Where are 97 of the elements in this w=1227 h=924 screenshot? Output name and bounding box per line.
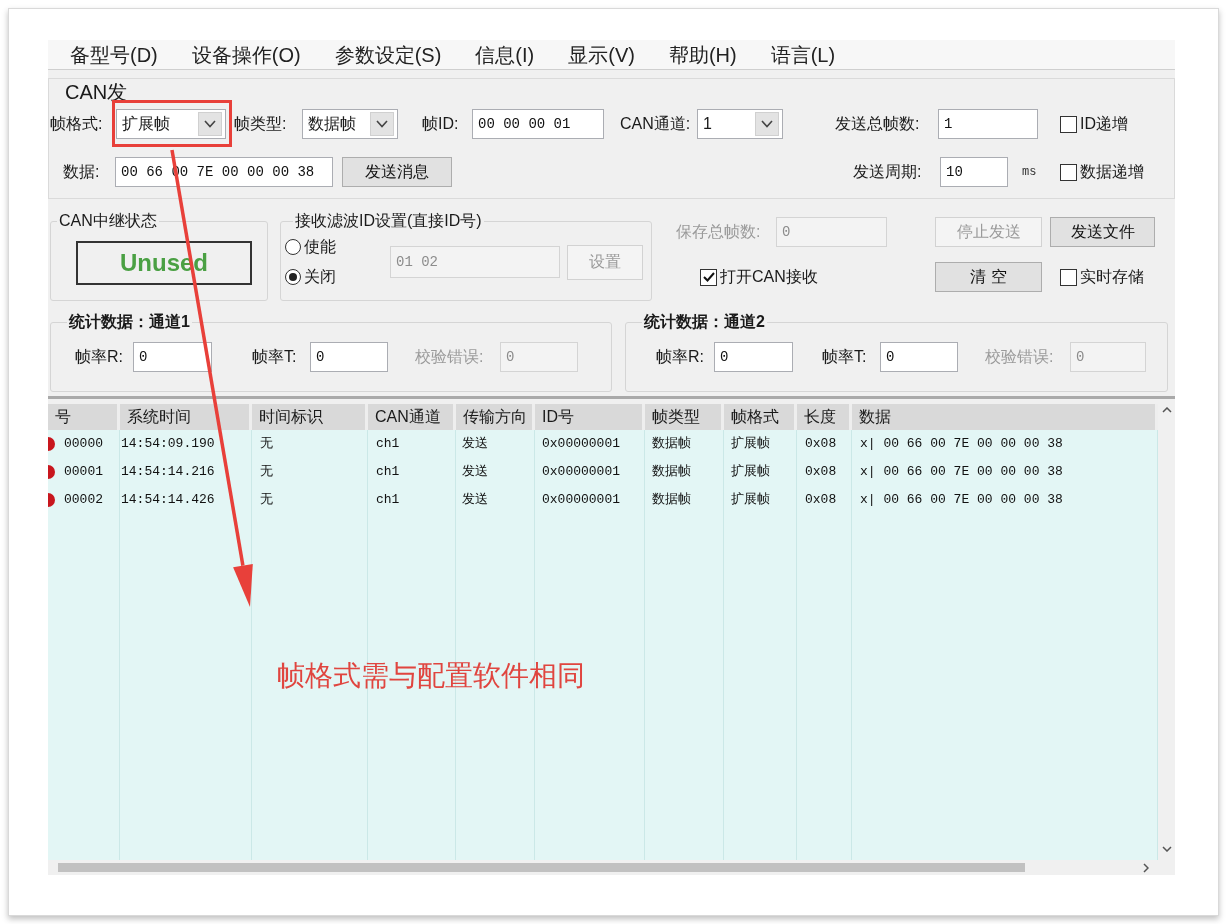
chevron-up-icon[interactable] [1161,407,1172,413]
chevron-down-icon[interactable] [1161,846,1172,852]
table-cell-text: 数据帧 [652,435,691,454]
table-cell-text: 14:54:09.190 [121,435,215,454]
clear-button[interactable]: 清 空 [935,262,1042,292]
table-cell-text: 数据帧 [652,463,691,482]
chevron-down-icon [755,112,779,136]
field-label: 发送总帧数: [835,114,921,134]
menu-item[interactable]: 显示(V) [568,42,635,67]
column-header: 系统时间 [120,404,252,430]
table-cell-text: 无 [260,491,273,510]
table-cell-text: 扩展帧 [731,463,770,482]
group-title: CAN中继状态 [58,211,158,231]
table-cell-text: ch1 [376,491,400,510]
checkbox[interactable] [1060,268,1077,286]
panel-title: CAN发 [65,81,128,103]
dropdown[interactable]: 数据帧 [302,109,398,139]
column-header: 数据 [852,404,1158,430]
table-cell-text: x| 00 66 00 7E 00 00 00 38 [860,435,1063,454]
text-field[interactable]: 0 [714,342,793,372]
table-cell-text: 00000 [64,435,103,454]
table-cell-text: x| 00 66 00 7E 00 00 00 38 [860,463,1063,482]
table-cell-text: 14:54:14.216 [121,463,215,482]
annotation-text: 帧格式需与配置软件相同 [277,659,585,693]
column-header: 时间标识 [252,404,368,430]
group-title: 统计数据：通道1 [67,312,191,332]
table-cell-text: 14:54:14.426 [121,491,215,510]
table-cell-text: 00002 [64,491,103,510]
field-label: 保存总帧数: [676,222,762,242]
table-cell-text: 0x08 [805,435,837,454]
checkbox-label[interactable]: 实时存储 [1080,265,1144,289]
text-field[interactable]: 00 00 00 01 [472,109,604,139]
field-label: 帧率R: [656,347,705,367]
table-cell-text: 0x08 [805,463,837,482]
menu-item[interactable]: 帮助(H) [668,42,737,67]
field-label: 帧率T: [252,347,298,367]
text-field[interactable]: 1 [938,109,1038,139]
table-cell-text: 扩展帧 [731,435,770,454]
checkbox-label[interactable]: ID递增 [1080,112,1128,136]
chevron-down-icon [198,112,222,136]
send-button[interactable]: 发送消息 [342,157,452,187]
dropdown[interactable]: 扩展帧 [116,109,226,139]
text-field[interactable]: 0 [133,342,212,372]
text-field[interactable]: 0 [880,342,958,372]
send-file-button[interactable]: 发送文件 [1050,217,1155,247]
unit-label: ms [1022,164,1038,181]
group-title: 统计数据：通道2 [642,312,766,332]
field-label: 帧ID: [422,114,460,134]
field-label: 帧类型: [234,114,288,134]
group-title: 接收滤波ID设置(直接ID号) [294,211,483,231]
table-cell-text: 扩展帧 [731,491,770,510]
checkbox[interactable] [1060,115,1077,133]
column-header: 帧格式 [724,404,797,430]
column-header: CAN通道 [368,404,456,430]
column-header: 长度 [797,404,852,430]
table-cell-text: 0x08 [805,491,837,510]
field-label: 校验错误: [985,347,1055,367]
menu-item[interactable]: 设备操作(O) [191,42,301,67]
field-label: 帧率R: [75,347,124,367]
table-cell-text: 无 [260,435,273,454]
table-cell-text: ch1 [376,463,400,482]
dropdown[interactable]: 1 [697,109,783,139]
scrollbar-thumb[interactable] [58,863,1025,872]
field-label: CAN通道: [620,114,692,134]
table-cell-text: 无 [260,463,273,482]
table-cell-text: 发送 [462,435,488,454]
table-cell-text: 数据帧 [652,491,691,510]
field-label: 帧格式: [50,114,104,134]
text-field[interactable]: 0 [310,342,388,372]
field-label: 校验错误: [415,347,485,367]
table-cell-text: 发送 [462,463,488,482]
column-header: 传输方向 [456,404,535,430]
menu-item[interactable]: 备型号(D) [70,42,158,67]
table-cell-text: 0x00000001 [542,435,620,454]
checkbox-label[interactable]: 打开CAN接收 [720,265,818,289]
menu-item[interactable]: 参数设定(S) [334,42,442,67]
field-label: 数据: [63,162,101,182]
checkbox[interactable] [1060,163,1077,181]
field-label: 帧率T: [822,347,868,367]
column-header: ID号 [535,404,645,430]
checkmark-icon [702,272,715,282]
chevron-down-icon [370,112,394,136]
table-cell-text: ch1 [376,435,400,454]
column-header: 帧类型 [645,404,724,430]
menu-item[interactable]: 语言(L) [770,42,836,67]
chevron-right-icon[interactable] [1143,862,1149,873]
field-label: 发送周期: [853,162,923,182]
table-cell-text: 发送 [462,491,488,510]
table-cell-text: x| 00 66 00 7E 00 00 00 38 [860,491,1063,510]
table-cell-text: 00001 [64,463,103,482]
table-cell-text: 0x00000001 [542,463,620,482]
menu-item[interactable]: 信息(I) [475,42,535,67]
text-field[interactable]: 10 [940,157,1008,187]
checkbox-label[interactable]: 数据递增 [1080,160,1144,184]
table-cell-text: 0x00000001 [542,491,620,510]
column-header: 号 [48,404,120,430]
checkbox[interactable] [700,268,717,286]
